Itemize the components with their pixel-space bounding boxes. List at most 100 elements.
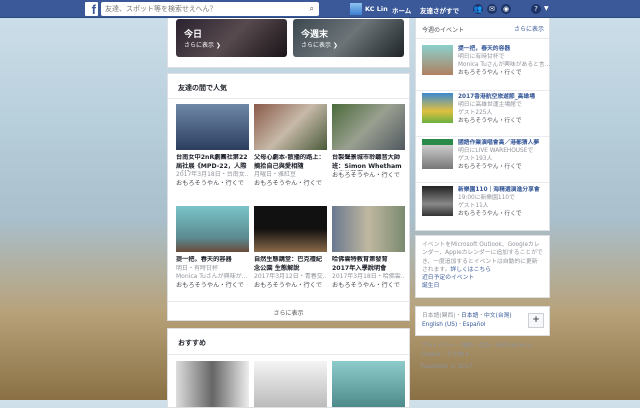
event-image — [254, 104, 327, 150]
divider — [168, 301, 409, 302]
event-title[interactable]: 自然生態講堂：巴克禮紀念公園 生態解說 — [254, 256, 327, 273]
section-heading: 友達の間で人気 — [178, 84, 227, 92]
account-menu-chevron-down-icon[interactable]: ▼ — [544, 5, 549, 12]
facebook-logo-icon[interactable]: f — [85, 2, 98, 17]
event-card[interactable]: 台南女中2nR劇團社第22屆社展《MPD-22，人際π鏈》2017年3月18日・… — [176, 104, 249, 188]
language-option[interactable]: 中文(台灣) — [484, 313, 512, 319]
language-panel: 日本語(関西) · 日本語 · 中文(台灣) English (US) · Es… — [415, 306, 550, 336]
event-title[interactable]: 父母心劇本-散播的路上：摘拾自己與愛相隨 — [254, 154, 327, 171]
event-meta: 2017年3月18日・哈佛雲... — [332, 273, 405, 280]
search-input[interactable]: 友達、スポット等を検索せえへん？ ⌕ — [101, 2, 319, 16]
event-title[interactable]: 提一把，春天的容器 — [458, 45, 550, 53]
event-title[interactable]: 台南女中2nR劇團社第22屆社展《MPD-22，人際π鏈》 — [176, 154, 249, 171]
event-actions[interactable]: おもろそうやん・行くで — [176, 281, 249, 290]
language-option[interactable]: 日本語 — [461, 313, 478, 319]
birthdays-link[interactable]: 誕生日 — [422, 282, 543, 290]
search-icon[interactable]: ⌕ — [310, 2, 314, 16]
divider — [168, 354, 409, 355]
language-option[interactable]: English (US) — [422, 322, 457, 328]
divider — [416, 136, 549, 137]
event-actions[interactable]: おもろそうやん・行くで — [458, 210, 550, 218]
divider — [416, 90, 549, 91]
this-weekend-card[interactable]: 今週末さらに表示 ❯ — [293, 19, 404, 57]
event-image — [176, 104, 249, 150]
section-heading: 今週のイベント — [422, 27, 465, 34]
messenger-icon[interactable]: ✉ — [487, 4, 497, 14]
week-event[interactable]: 提一把，春天的容器 明日に有時甘杯で Monica Tuさんが興味があると言... お… — [422, 45, 550, 87]
event-title[interactable]: 國語作業演唱會高／港都猜人夢 — [458, 139, 550, 147]
event-meta: 明日にLIVE WAREHOUSEで — [458, 148, 534, 154]
home-link[interactable]: ホーム — [392, 5, 411, 15]
weekend-more: さらに表示 ❯ — [301, 42, 338, 49]
friend-requests-icon[interactable]: 👥 — [473, 4, 483, 14]
event-image[interactable] — [254, 361, 327, 407]
event-thumbnail — [422, 186, 453, 216]
event-thumbnail — [422, 139, 453, 169]
this-week-panel: 今週のイベント さらに表示 提一把，春天的容器 明日に有時甘杯で Monica Tu… — [415, 18, 550, 231]
top-bar: f 友達、スポット等を検索せえへん？ ⌕ KC Lin ホーム 友達さがすで 👥 … — [0, 0, 640, 18]
today-more: さらに表示 ❯ — [184, 42, 221, 49]
see-more-button[interactable]: さらに表示 — [168, 308, 409, 317]
event-card[interactable]: 提一把，春天的容器 明日・有時甘杯 Monica Tuさんが興味が... おもろそうや… — [176, 206, 249, 290]
event-title[interactable]: 新樂園110｜海精選演進分享會 — [458, 186, 550, 194]
event-card[interactable]: 哈佛雲特教育第發育 2017年入學說明會 2017年3月18日・哈佛雲... おもろ… — [332, 206, 405, 290]
event-actions[interactable]: おもろそうやん・行くで — [332, 171, 405, 180]
add-language-button[interactable]: + — [528, 313, 544, 328]
event-meta: ゲスト11人 — [458, 203, 489, 209]
event-card[interactable]: 自然生態講堂：巴克禮紀念公園 生態解說 2017年3月12日・青春交... おもろそ… — [254, 206, 327, 290]
event-card[interactable]: 父母心劇本-散播的路上：摘拾自己與愛相隨 月曜日・雅紅豆 おもろそうやん・行くで — [254, 104, 327, 188]
event-image — [332, 206, 405, 252]
footer: プライバシー・規約・広告・AdChoices ▷ Cookie・その他 ▾ Fa… — [421, 342, 551, 372]
event-meta: 明日に高雄世運主場館で — [458, 102, 522, 108]
event-image[interactable] — [332, 361, 405, 407]
event-title[interactable]: 台製聲景城市聆聽音大師班：Simon Whetham 台南的聲響 — [332, 154, 405, 171]
upcoming-events-link[interactable]: 近日予定のイベント — [422, 274, 543, 282]
event-meta: 2017年3月12日・青春交... — [254, 273, 327, 280]
copyright: Facebook © 2017 — [421, 364, 473, 370]
event-image — [176, 206, 249, 252]
calendar-info-panel: イベントをMicrosoft Outlook、Googleカレンダー、Apple… — [415, 235, 550, 298]
search-placeholder: 友達、スポット等を検索せえへん？ — [105, 5, 217, 13]
event-actions[interactable]: おもろそうやん・行くで — [176, 179, 249, 188]
event-meta: ゲスト193人 — [458, 156, 493, 162]
see-more-link[interactable]: さらに表示 — [514, 24, 544, 33]
event-title[interactable]: 提一把，春天的容器 — [176, 256, 249, 265]
event-thumbnail — [422, 93, 453, 123]
event-card[interactable]: 台製聲景城市聆聽音大師班：Simon Whetham 台南的聲響おもろそうやん・… — [332, 104, 405, 180]
current-language: 日本語(関西) — [422, 313, 456, 319]
week-event[interactable]: 2017香港航空旅遊節_高雄場 明日に高雄世運主場館で ゲスト225人 おもろそうやん… — [422, 93, 550, 135]
popular-panel: 友達の間で人気 台南女中2nR劇團社第22屆社展《MPD-22，人際π鏈》201… — [167, 73, 410, 321]
footer-links[interactable]: プライバシー・規約・広告・AdChoices ▷ — [421, 342, 551, 351]
event-actions[interactable]: おもろそうやん・行くで — [458, 69, 550, 77]
event-title[interactable]: 哈佛雲特教育第發育 2017年入學說明會 — [332, 256, 405, 273]
event-actions[interactable]: おもろそうやん・行くで — [254, 179, 327, 188]
user-name: KC Lin — [365, 5, 388, 13]
event-meta: 2017年3月18日・台南女... — [176, 171, 249, 178]
help-icon[interactable]: ? — [531, 4, 541, 14]
hero-panel: 今日さらに表示 ❯ 今週末さらに表示 ❯ — [167, 18, 410, 68]
week-event[interactable]: 國語作業演唱會高／港都猜人夢 明日にLIVE WAREHOUSEで ゲスト193人お… — [422, 139, 550, 181]
section-heading: おすすめ — [178, 339, 206, 347]
event-actions[interactable]: おもろそうやん・行くで — [458, 117, 550, 125]
event-actions[interactable]: おもろそうやん・行くで — [332, 281, 405, 290]
event-meta: 月曜日・雅紅豆 — [254, 171, 297, 178]
event-thumbnail — [422, 45, 453, 75]
find-friends-link[interactable]: 友達さがすで — [420, 5, 459, 15]
event-meta: Monica Tuさんが興味があると言... — [458, 62, 550, 68]
week-event[interactable]: 新樂園110｜海精選演進分享會 19:00に新樂園110で ゲスト11人 おもろそうや… — [422, 186, 550, 228]
footer-links[interactable]: Cookie・その他 ▾ — [421, 351, 551, 360]
profile-link[interactable]: KC Lin — [350, 3, 388, 15]
notifications-globe-icon[interactable]: ◉ — [501, 4, 511, 14]
event-meta: 19:00に新樂園110で — [458, 195, 515, 201]
language-option[interactable]: Español — [463, 322, 486, 328]
event-actions[interactable]: おもろそうやん・行くで — [458, 163, 550, 171]
learn-more-link[interactable]: 詳しくはこちら — [450, 267, 491, 273]
event-title[interactable]: 2017香港航空旅遊節_高雄場 — [458, 93, 550, 101]
today-title: 今日 — [184, 30, 203, 40]
today-card[interactable]: 今日さらに表示 ❯ — [176, 19, 287, 57]
event-actions[interactable]: おもろそうやん・行くで — [254, 281, 327, 290]
event-image — [254, 206, 327, 252]
event-image[interactable] — [176, 361, 249, 407]
weekend-title: 今週末 — [301, 30, 329, 40]
event-meta: 明日に有時甘杯で — [458, 54, 505, 60]
